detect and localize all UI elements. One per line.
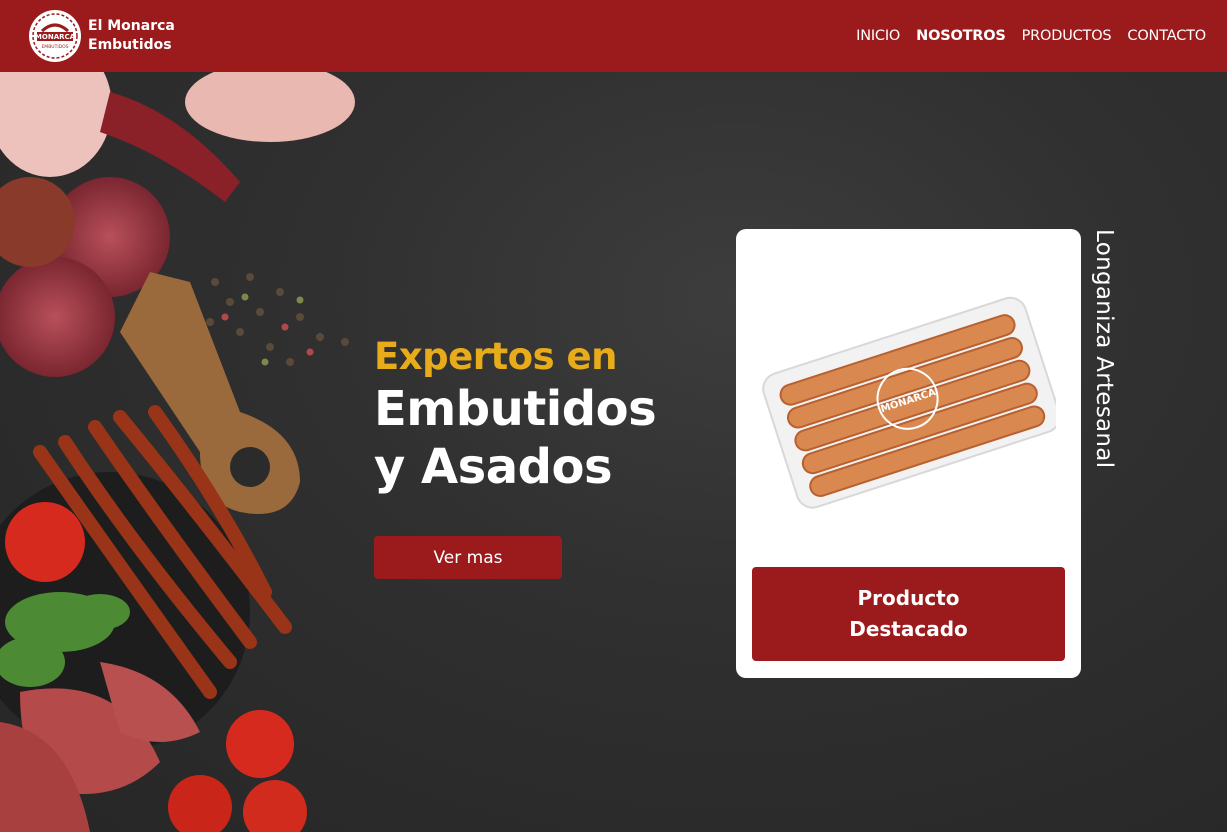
monarca-logo-icon: MONARCA EMBUTIDOS [29, 10, 81, 62]
hero-headline: Expertos en Embutidos y Asados [374, 334, 657, 496]
nav-item-contacto[interactable]: CONTACTO [1127, 28, 1206, 44]
featured-product-name: Longaniza Artesanal [1091, 229, 1117, 469]
featured-product-button[interactable]: Producto Destacado [752, 567, 1065, 661]
hero-food-image [0, 72, 355, 832]
logo-text: MONARCA [35, 33, 76, 41]
ver-mas-button[interactable]: Ver mas [374, 536, 562, 579]
logo-subtext: EMBUTIDOS [41, 44, 68, 50]
brand[interactable]: MONARCA EMBUTIDOS El Monarca Embutidos [28, 9, 175, 63]
nav-item-productos[interactable]: PRODUCTOS [1022, 28, 1112, 44]
brand-name: El Monarca Embutidos [88, 17, 175, 55]
nav-item-nosotros[interactable]: NOSOTROS [916, 28, 1006, 44]
top-navbar: MONARCA EMBUTIDOS El Monarca Embutidos I… [0, 0, 1227, 72]
longaniza-product-image: MONARCA [762, 296, 1056, 509]
brand-name-line2: Embutidos [88, 37, 172, 53]
headline-main: Embutidos y Asados [374, 381, 657, 495]
main-nav: INICIO NOSOTROS PRODUCTOS CONTACTO [856, 28, 1206, 44]
featured-product-card[interactable]: MONARCA Producto Destacado [736, 229, 1081, 678]
headline-accent: Expertos en [374, 335, 617, 378]
hero-section: Expertos en Embutidos y Asados Ver mas M… [0, 72, 1227, 832]
nav-item-inicio[interactable]: INICIO [856, 28, 900, 44]
brand-name-line1: El Monarca [88, 18, 175, 34]
